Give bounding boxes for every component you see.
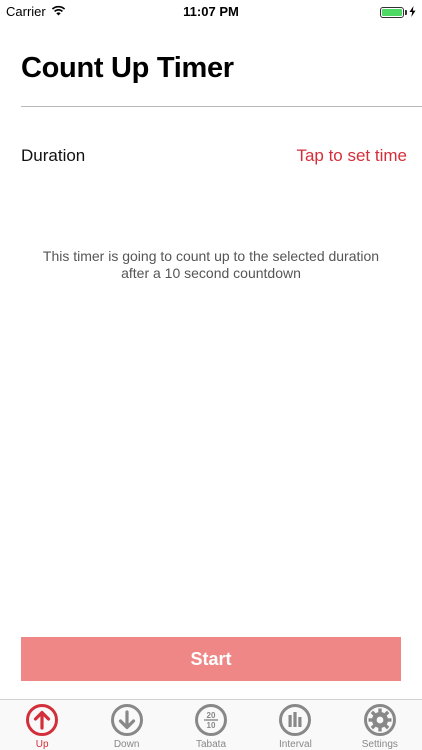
bars-circle-icon bbox=[279, 704, 312, 736]
tab-interval[interactable]: Interval bbox=[253, 700, 337, 750]
set-time-button[interactable]: Tap to set time bbox=[296, 146, 407, 166]
arrow-down-circle-icon bbox=[110, 704, 143, 736]
gear-icon bbox=[363, 704, 396, 736]
app-screen: Carrier 11:07 PM Count Up Timer Duration… bbox=[0, 0, 422, 750]
tab-bar: Up Down 20 10 Tabata Interval Settings bbox=[0, 699, 422, 750]
tabata-circle-icon: 20 10 bbox=[195, 704, 228, 736]
timer-description: This timer is going to count up to the s… bbox=[20, 248, 402, 282]
title-divider bbox=[21, 106, 422, 107]
tab-down-label: Down bbox=[113, 739, 140, 750]
tabata-icon-bottom: 10 bbox=[207, 721, 216, 730]
tab-interval-label: Interval bbox=[279, 739, 312, 750]
status-bar: Carrier 11:07 PM bbox=[0, 0, 422, 22]
charging-bolt-icon bbox=[409, 5, 416, 20]
battery-icon bbox=[380, 7, 404, 18]
tab-down[interactable]: Down bbox=[84, 700, 168, 750]
status-right bbox=[380, 5, 416, 20]
tab-settings-label: Settings bbox=[361, 739, 398, 750]
tab-up-label: Up bbox=[35, 739, 49, 750]
battery-fill bbox=[382, 9, 402, 16]
tab-settings[interactable]: Settings bbox=[338, 700, 422, 750]
status-time: 11:07 PM bbox=[183, 4, 239, 19]
battery-tip bbox=[405, 10, 407, 15]
duration-row[interactable]: Duration Tap to set time bbox=[21, 144, 407, 168]
duration-label: Duration bbox=[21, 146, 86, 165]
start-button[interactable]: Start bbox=[21, 637, 401, 681]
tab-up[interactable]: Up bbox=[0, 700, 84, 750]
description-line-2: after a 10 second countdown bbox=[121, 265, 301, 281]
description-line-1: This timer is going to count up to the s… bbox=[42, 248, 380, 264]
arrow-up-circle-icon bbox=[26, 704, 59, 736]
page-title: Count Up Timer bbox=[21, 52, 234, 84]
tab-tabata[interactable]: 20 10 Tabata bbox=[169, 700, 253, 750]
tabata-icon-top: 20 bbox=[207, 711, 216, 720]
tab-tabata-label: Tabata bbox=[196, 739, 227, 750]
